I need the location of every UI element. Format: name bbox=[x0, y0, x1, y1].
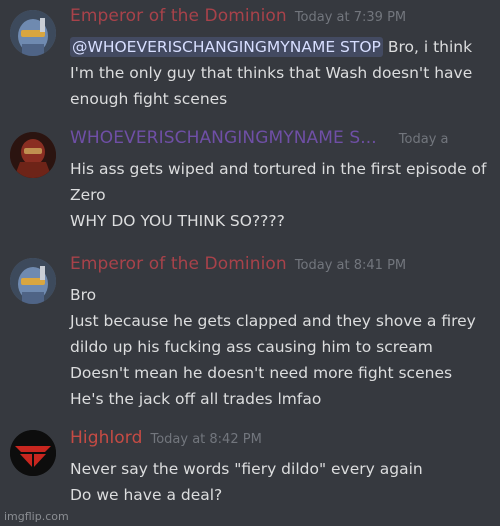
message-header: Emperor of the Dominion Today at 8:41 PM bbox=[70, 254, 406, 274]
user-mention[interactable]: @WHOEVERISCHANGINGMYNAME STOP bbox=[70, 37, 383, 57]
timestamp: Today at 7:39 PM bbox=[294, 10, 407, 25]
message-line: I'm the only guy that thinks that Wash d… bbox=[70, 64, 473, 82]
spartan-helmet-blue-icon bbox=[10, 258, 56, 304]
message-line: Bro bbox=[70, 286, 97, 304]
avatar[interactable] bbox=[10, 132, 56, 178]
timestamp: Today at 8:42 PM bbox=[150, 432, 262, 447]
message-line: Never say the words "fiery dildo" every … bbox=[70, 460, 423, 478]
avatar[interactable] bbox=[10, 430, 56, 476]
message-header: Highlord Today at 8:42 PM bbox=[70, 428, 262, 448]
message-line: dildo up his fucking ass causing him to … bbox=[70, 338, 433, 356]
spartan-armor-red-icon bbox=[10, 132, 56, 178]
username[interactable]: Emperor of the Dominion bbox=[70, 6, 287, 26]
message-line: Doesn't mean he doesn't need more fight … bbox=[70, 364, 453, 382]
red-emblem-icon bbox=[10, 430, 56, 476]
message-line: Just because he gets clapped and they sh… bbox=[70, 312, 476, 330]
message-3: Emperor of the Dominion Today at 8:41 PM … bbox=[0, 254, 500, 414]
message-line: @WHOEVERISCHANGINGMYNAME STOP Bro, i thi… bbox=[70, 37, 492, 57]
message-line: enough fight scenes bbox=[70, 90, 228, 108]
message-header: WHOEVERISCHANGINGMYNAME S... Today a bbox=[70, 128, 500, 148]
avatar[interactable] bbox=[10, 258, 56, 304]
chat-screen: { "messages": [ { "username": "Emperor o… bbox=[0, 0, 500, 526]
message-line: Do we have a deal? bbox=[70, 486, 223, 504]
avatar[interactable] bbox=[10, 10, 56, 56]
username[interactable]: WHOEVERISCHANGINGMYNAME S... bbox=[70, 128, 377, 148]
username[interactable]: Emperor of the Dominion bbox=[70, 254, 287, 274]
username[interactable]: Highlord bbox=[70, 428, 142, 448]
message-line: He's the jack off all trades lmfao bbox=[70, 390, 322, 408]
message-line: His ass gets wiped and tortured in the f… bbox=[70, 160, 487, 178]
message-4: Highlord Today at 8:42 PM Never say the w… bbox=[0, 428, 500, 512]
timestamp: Today at 8:41 PM bbox=[294, 258, 407, 273]
watermark: imgflip.com bbox=[4, 510, 69, 523]
message-line: Zero bbox=[70, 186, 106, 204]
message-line: WHY DO YOU THINK SO???? bbox=[70, 212, 285, 230]
message-2: WHOEVERISCHANGINGMYNAME S... Today a His … bbox=[0, 128, 500, 238]
message-header: Emperor of the Dominion Today at 7:39 PM bbox=[70, 6, 406, 26]
spartan-helmet-blue-icon bbox=[10, 10, 56, 56]
message-text: Bro, i think bbox=[382, 38, 473, 56]
message-1: Emperor of the Dominion Today at 7:39 PM … bbox=[0, 6, 500, 116]
timestamp: Today a bbox=[398, 132, 449, 147]
